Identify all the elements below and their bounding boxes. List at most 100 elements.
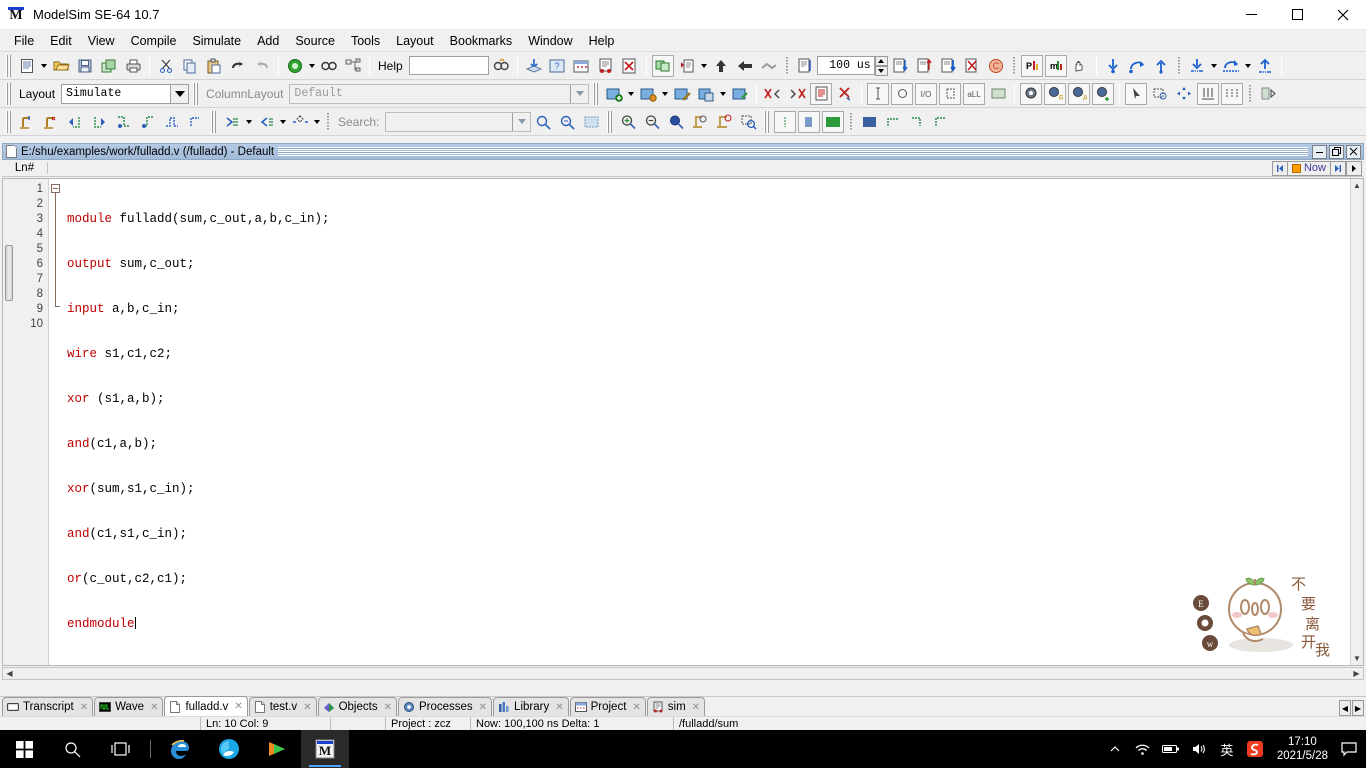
step-down-wave-dropdown-icon[interactable] bbox=[1209, 55, 1219, 77]
options-gear-icon[interactable] bbox=[1020, 82, 1043, 105]
search-icon[interactable] bbox=[48, 730, 96, 768]
menu-add[interactable]: Add bbox=[249, 32, 287, 50]
open-folder-icon[interactable] bbox=[50, 55, 72, 77]
hand-pan-icon[interactable] bbox=[1069, 55, 1091, 77]
modelsim-icon[interactable]: M bbox=[301, 730, 349, 768]
internal-filter-icon[interactable] bbox=[939, 82, 962, 105]
tab-scroll-left-icon[interactable]: ◀ bbox=[1339, 700, 1351, 716]
internet-explorer-icon[interactable] bbox=[157, 730, 205, 768]
zoom-select-icon[interactable] bbox=[1149, 83, 1171, 105]
report-icon[interactable] bbox=[810, 82, 833, 105]
new-project-icon[interactable] bbox=[603, 83, 625, 105]
save-all-icon[interactable] bbox=[98, 55, 120, 77]
task-view-icon[interactable] bbox=[96, 730, 144, 768]
scroll-left-arrow-icon[interactable]: ◀ bbox=[3, 669, 16, 678]
tab-project[interactable]: Project ✕ bbox=[569, 697, 646, 716]
layout-combo[interactable]: Simulate bbox=[61, 83, 190, 104]
wave-format-literal-icon[interactable] bbox=[774, 110, 797, 133]
tab-sim[interactable]: sim ✕ bbox=[646, 697, 706, 716]
editor-vertical-scrollbar[interactable]: ▲ ▼ bbox=[1350, 179, 1363, 665]
menu-window[interactable]: Window bbox=[520, 32, 580, 50]
distribute-icon[interactable] bbox=[1221, 82, 1244, 105]
wave-format-analog-icon[interactable] bbox=[798, 110, 821, 133]
goto-end-button[interactable] bbox=[1330, 160, 1346, 176]
run-length-stepper[interactable] bbox=[874, 55, 888, 76]
tab-test-v[interactable]: test.v ✕ bbox=[248, 697, 317, 716]
profile-performance-icon[interactable]: P bbox=[1020, 54, 1043, 77]
edit-project-icon[interactable] bbox=[671, 83, 693, 105]
step-over-wave-dropdown-icon[interactable] bbox=[1243, 55, 1253, 77]
editor-horizontal-scrollbar[interactable]: ◀ ▶ bbox=[2, 667, 1364, 680]
step-over-wave-icon[interactable] bbox=[1220, 55, 1242, 77]
signal-filter-icon[interactable] bbox=[867, 82, 890, 105]
step-into-icon[interactable] bbox=[676, 55, 698, 77]
now-indicator[interactable]: Now bbox=[1287, 160, 1330, 176]
find-last-edge-icon[interactable] bbox=[184, 111, 206, 133]
wave-edge-fall-icon[interactable] bbox=[906, 111, 928, 133]
save-project-dropdown-icon[interactable] bbox=[718, 83, 728, 105]
step-over-icon[interactable] bbox=[710, 55, 732, 77]
wifi-icon[interactable] bbox=[1129, 730, 1157, 768]
volume-icon[interactable] bbox=[1185, 730, 1213, 768]
structure-icon[interactable] bbox=[342, 55, 364, 77]
cut-icon[interactable] bbox=[155, 55, 177, 77]
menu-edit[interactable]: Edit bbox=[42, 32, 80, 50]
tab-close-icon[interactable]: ✕ bbox=[303, 702, 311, 713]
menu-tools[interactable]: Tools bbox=[343, 32, 388, 50]
taskbar-clock[interactable]: 17:10 2021/5/28 bbox=[1269, 730, 1336, 768]
save-icon[interactable] bbox=[74, 55, 96, 77]
toolbar-grip-2[interactable] bbox=[5, 82, 12, 105]
menu-view[interactable]: View bbox=[80, 32, 123, 50]
step-dropdown-icon[interactable] bbox=[699, 55, 709, 77]
menu-simulate[interactable]: Simulate bbox=[184, 32, 249, 50]
next-document-button[interactable] bbox=[1346, 160, 1362, 176]
step-over-arrow-icon[interactable] bbox=[1126, 55, 1148, 77]
tab-close-icon[interactable]: ✕ bbox=[384, 702, 392, 713]
scroll-down-arrow-icon[interactable]: ▼ bbox=[1351, 652, 1363, 665]
clear-coverage-icon[interactable] bbox=[834, 83, 856, 105]
open-project-dropdown-icon[interactable] bbox=[660, 83, 670, 105]
tab-transcript[interactable]: Transcript ✕ bbox=[2, 697, 94, 716]
print-icon[interactable] bbox=[122, 55, 144, 77]
step-down-wave-icon[interactable] bbox=[1186, 55, 1208, 77]
all-filter-icon[interactable]: aLL bbox=[963, 82, 986, 105]
filter-clear-icon[interactable] bbox=[987, 83, 1009, 105]
compile-all-icon[interactable] bbox=[523, 55, 545, 77]
minimize-button[interactable] bbox=[1228, 0, 1274, 30]
expand-time-dropdown-icon[interactable] bbox=[244, 111, 254, 133]
find-any-edge-icon[interactable] bbox=[160, 111, 182, 133]
tray-chevron-up-icon[interactable] bbox=[1101, 730, 1129, 768]
document-title-bar[interactable]: E:/shu/examples/work/fulladd.v (/fulladd… bbox=[2, 143, 1364, 160]
copy-icon[interactable] bbox=[179, 55, 201, 77]
collapse-time-icon[interactable] bbox=[255, 111, 277, 133]
continue-icon[interactable] bbox=[913, 55, 935, 77]
source-code-editor[interactable]: 1 2 3 4 5 6 7 8 9 10 module fulladd(sum,… bbox=[2, 178, 1364, 666]
wave-fill-icon[interactable] bbox=[858, 111, 880, 133]
find-icon[interactable] bbox=[318, 55, 340, 77]
menu-bookmarks[interactable]: Bookmarks bbox=[442, 32, 521, 50]
paste-icon[interactable] bbox=[203, 55, 225, 77]
windows-start-icon[interactable] bbox=[0, 730, 48, 768]
menu-source[interactable]: Source bbox=[287, 32, 343, 50]
step-up-icon[interactable] bbox=[1150, 55, 1172, 77]
close-project-icon[interactable] bbox=[729, 83, 751, 105]
open-project-icon[interactable] bbox=[637, 83, 659, 105]
stop-icon[interactable]: C bbox=[985, 55, 1007, 77]
undo-icon[interactable] bbox=[227, 55, 249, 77]
redo-icon[interactable] bbox=[251, 55, 273, 77]
maximize-button[interactable] bbox=[1274, 0, 1320, 30]
document-minimize-button[interactable] bbox=[1312, 144, 1327, 159]
toolbar-grip[interactable] bbox=[5, 54, 12, 77]
sogou-input-icon[interactable] bbox=[1241, 730, 1269, 768]
expand-all-dropdown-icon[interactable] bbox=[312, 111, 322, 133]
remove-cursor-icon[interactable] bbox=[40, 111, 62, 133]
search-chevron-down-icon[interactable] bbox=[512, 112, 531, 131]
insert-cursor-icon[interactable] bbox=[16, 111, 38, 133]
break-icon[interactable] bbox=[961, 55, 983, 77]
zoom-range-icon[interactable] bbox=[713, 111, 735, 133]
tab-objects[interactable]: Objects ✕ bbox=[317, 697, 397, 716]
zoom-region-icon[interactable] bbox=[737, 111, 759, 133]
tab-library[interactable]: Library ✕ bbox=[493, 697, 569, 716]
find-rising-edge-icon[interactable] bbox=[136, 111, 158, 133]
simulate-icon[interactable]: ? bbox=[547, 55, 569, 77]
